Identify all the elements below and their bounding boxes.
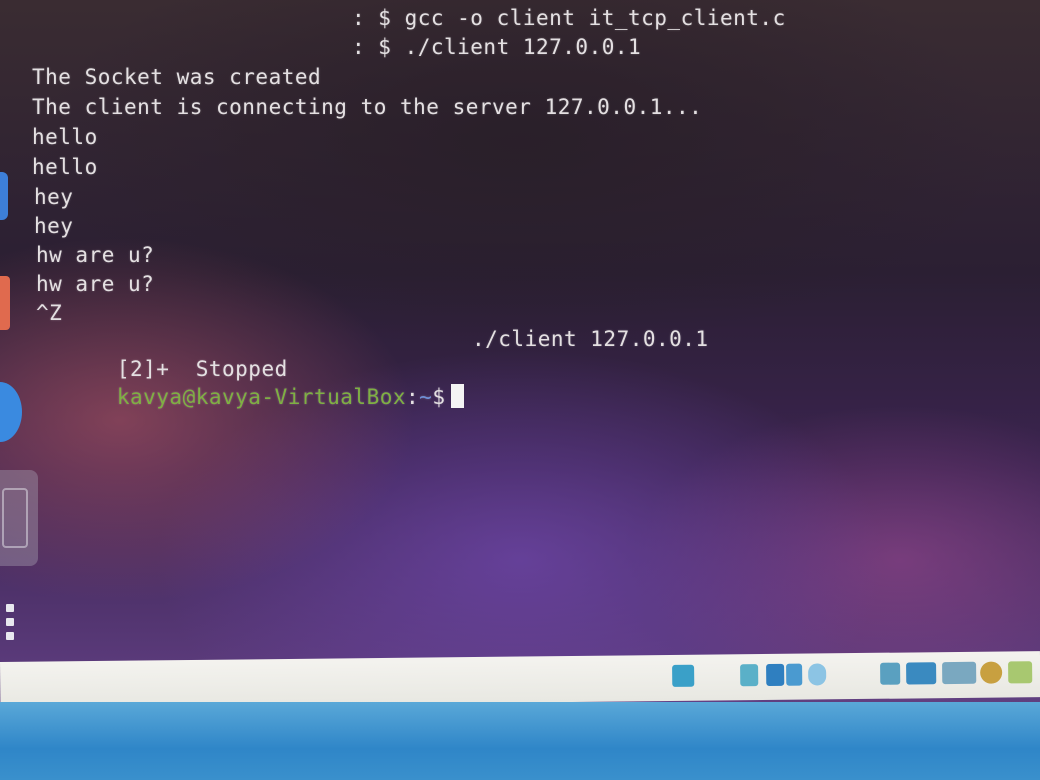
keyboard-icon[interactable] (980, 661, 1003, 684)
host-taskbar (0, 702, 1040, 780)
recording-icon[interactable] (906, 662, 937, 685)
help-icon[interactable] (0, 382, 22, 442)
network-icon[interactable] (766, 663, 785, 686)
display-icon[interactable] (880, 662, 901, 685)
optical-drive-icon[interactable] (740, 664, 759, 687)
terminal-line: The Socket was created (32, 65, 322, 89)
terminal-line: hello (32, 155, 98, 179)
prompt-separator: : (406, 385, 420, 409)
terminal-line: hey (34, 214, 74, 238)
job-command: ./client 127.0.0.1 (472, 327, 709, 351)
terminal-line: hey (34, 185, 74, 209)
trash-icon-shape (2, 488, 28, 548)
terminal-line: hw are u? (36, 272, 155, 296)
host-key-icon (1008, 661, 1033, 684)
shell-prompt: kavya@kavya-VirtualBox:~$ (38, 355, 465, 439)
terminal-line: ^Z (36, 301, 63, 325)
software-icon[interactable] (0, 276, 10, 330)
virtualbox-statusbar (0, 651, 1040, 708)
terminal-line: hello (32, 125, 98, 149)
text-cursor (451, 384, 465, 408)
files-icon[interactable] (0, 172, 8, 220)
show-apps-icon[interactable] (4, 604, 18, 650)
usb-icon[interactable] (786, 663, 803, 686)
terminal-line: hw are u? (36, 243, 155, 267)
mouse-integration-icon[interactable] (942, 661, 977, 685)
trash-icon[interactable] (0, 470, 38, 566)
hard-disk-icon[interactable] (672, 664, 695, 687)
terminal-line: The client is connecting to the server 1… (32, 95, 703, 119)
vm-screen: : $ gcc -o client it_tcp_client.c : $ ./… (0, 0, 1040, 780)
prompt-user-host: kavya@kavya-VirtualBox (116, 385, 407, 409)
prompt-symbol: $ (432, 385, 446, 409)
shared-folders-icon[interactable] (808, 663, 827, 686)
terminal-line: : $ ./client 127.0.0.1 (352, 35, 642, 59)
terminal-line: : $ gcc -o client it_tcp_client.c (352, 6, 786, 30)
prompt-path: ~ (419, 385, 433, 409)
